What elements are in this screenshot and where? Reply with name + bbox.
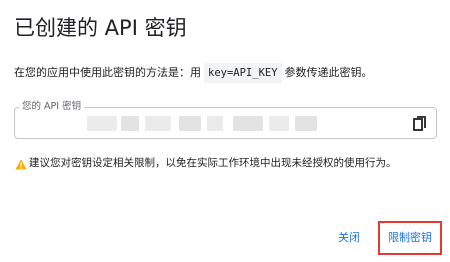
copy-icon[interactable] (413, 116, 427, 132)
description-code: key=API_KEY (204, 63, 282, 83)
api-key-field[interactable]: 您的 API 密钥 (14, 100, 437, 139)
close-button[interactable]: 关闭 (328, 228, 370, 248)
warning-text: 建议您对密钥设定相关限制，以免在实际工作环境中出现未经授权的使用行为。 (29, 157, 397, 169)
description-suffix: 参数传递此密钥。 (284, 66, 373, 79)
api-key-field-label: 您的 API 密钥 (19, 100, 85, 114)
warning-message: 建议您对密钥设定相关限制，以免在实际工作环境中出现未经授权的使用行为。 (15, 154, 397, 172)
api-key-value-masked (87, 116, 317, 132)
dialog-title: 已创建的 API 密钥 (14, 16, 187, 40)
warning-icon (15, 158, 27, 169)
dialog-description: 在您的应用中使用此密钥的方法是：用 key=API_KEY 参数传递此密钥。 (14, 63, 373, 83)
restrict-key-button[interactable]: 限制密钥 (378, 221, 442, 255)
description-prefix: 在您的应用中使用此密钥的方法是：用 (14, 66, 201, 79)
api-key-created-dialog: 已创建的 API 密钥 在您的应用中使用此密钥的方法是：用 key=API_KEY… (0, 0, 450, 262)
